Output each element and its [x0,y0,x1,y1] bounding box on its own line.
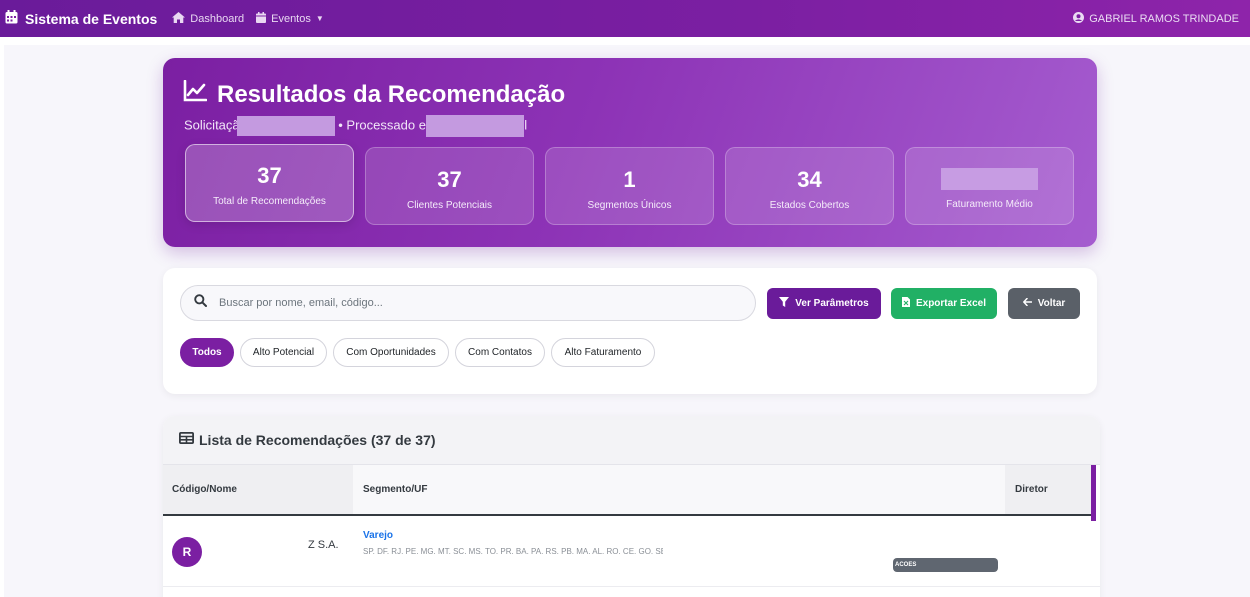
home-icon [172,11,190,26]
calendar-icon [5,10,25,27]
column-header-codigo-nome[interactable]: Código/Nome [163,465,353,514]
table-header: Código/Nome Segmento/UF Diretor [163,465,1091,516]
back-label: Voltar [1037,298,1066,309]
user-name: GABRIEL RAMOS TRINDADE [1089,12,1239,25]
table-scrollbar[interactable] [1091,465,1096,521]
results-hero: Resultados da Recomendação Solicitaçã • … [163,58,1097,247]
filter-pill-com-contatos[interactable]: Com Contatos [455,338,545,367]
stat-label: Segmentos Únicos [587,200,672,211]
stat-total-recomendacoes[interactable]: 37 Total de Recomendações [185,144,354,222]
stat-faturamento-medio[interactable]: Faturamento Médio [905,147,1074,225]
brand-label: Sistema de Eventos [25,10,158,27]
stat-label: Faturamento Médio [946,199,1033,210]
list-title: Lista de Recomendações (37 de 37) [199,432,436,448]
user-circle-icon [1073,11,1089,26]
avatar: R [172,537,202,567]
filter-pill-alto-potencial[interactable]: Alto Potencial [240,338,327,367]
company-name: Z S.A. [308,539,339,551]
view-parameters-button[interactable]: Ver Parâmetros [767,288,881,319]
stat-clientes-potenciais[interactable]: 37 Clientes Potenciais [365,147,534,225]
navbar: Sistema de Eventos Dashboard Eventos ▼ G… [0,0,1250,37]
column-header-segmento-uf[interactable]: Segmento/UF [353,465,1005,514]
redacted-request-id [236,116,335,136]
nav-dashboard[interactable]: Dashboard [172,11,245,26]
nav-dashboard-label: Dashboard [190,12,245,25]
user-menu[interactable]: GABRIEL RAMOS TRINDADE [1073,0,1239,37]
request-subtitle: Solicitaçã • Processado er l [184,115,527,137]
page-title: Resultados da Recomendação [183,79,566,109]
uf-list: SP, DF, RJ, PE, MG, MT, SC, MS, TO, PR, … [363,547,663,554]
filter-pill-com-oportunidades[interactable]: Com Oportunidades [333,338,449,367]
stat-value: 34 [797,167,822,192]
subtitle-processed: • Processado er [338,117,431,133]
export-excel-label: Exportar Excel [915,298,987,309]
nav-eventos-label: Eventos [271,12,311,25]
search-icon [181,294,207,312]
table-icon [163,431,199,449]
subtitle-prefix: Solicitaçã [184,117,240,133]
subtitle-suffix: l [524,117,528,133]
stat-estados-cobertos[interactable]: 34 Estados Cobertos [725,147,894,225]
stat-label: Estados Cobertos [769,200,850,211]
stat-value: 37 [437,167,462,192]
filter-icon [779,297,795,310]
stat-value: 1 [623,167,636,192]
calendar-check-icon [256,11,271,26]
chevron-down-icon: ▼ [315,14,324,23]
redacted-stat-value [941,168,1038,190]
arrow-left-icon [1022,297,1038,309]
file-excel-icon [901,297,916,310]
list-header: Lista de Recomendações (37 de 37) [163,416,1100,465]
back-button[interactable]: Voltar [1008,288,1080,319]
line-chart-icon [183,79,217,109]
filter-pill-todos[interactable]: Todos [180,338,234,367]
filter-card: Ver Parâmetros Exportar Excel Voltar Tod… [163,268,1097,394]
brand[interactable]: Sistema de Eventos [5,10,157,27]
nav-eventos-dropdown[interactable]: Eventos ▼ [256,11,324,26]
stat-label: Clientes Potenciais [406,200,493,211]
filter-pill-alto-faturamento[interactable]: Alto Faturamento [551,338,655,367]
search-box [180,285,756,321]
table-row[interactable]: R Z S.A. Varejo SP, DF, RJ, PE, MG, MT, … [163,517,1100,587]
export-excel-button[interactable]: Exportar Excel [891,288,997,319]
stat-segmentos-unicos[interactable]: 1 Segmentos Únicos [545,147,714,225]
view-parameters-label: Ver Parâmetros [795,298,869,309]
search-input[interactable] [219,297,719,309]
segment-link[interactable]: Varejo [363,530,393,541]
redacted-processed-date [426,115,525,137]
stat-value: 37 [257,163,282,188]
stat-label: Total de Recomendações [213,196,326,207]
page-title-text: Resultados da Recomendação [217,80,566,108]
recommendations-list-card: Lista de Recomendações (37 de 37) Código… [163,416,1100,597]
actions-button[interactable]: ACOES [893,558,998,572]
column-header-diretor[interactable]: Diretor [1005,465,1091,514]
